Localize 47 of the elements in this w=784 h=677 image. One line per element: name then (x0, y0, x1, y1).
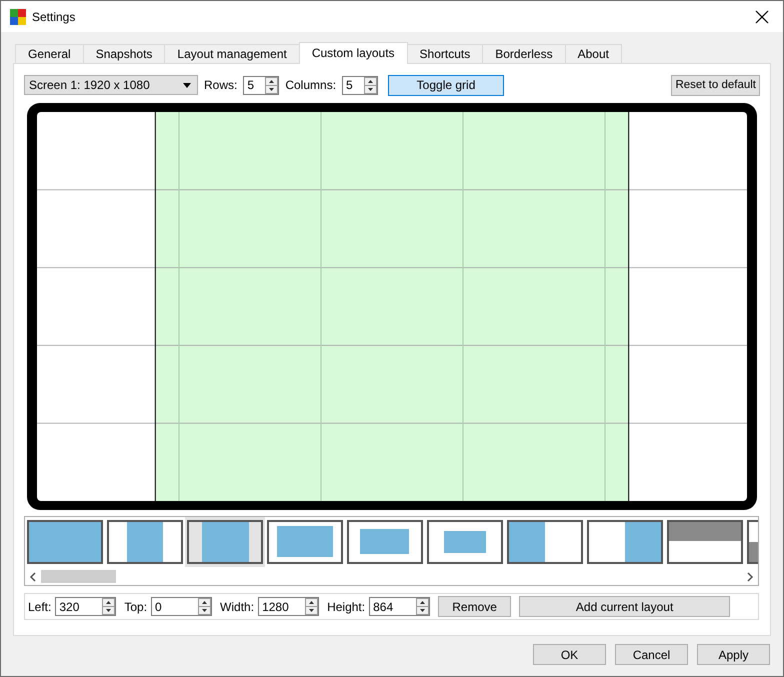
tab[interactable]: Layout management (164, 44, 300, 63)
layout-thumbnail[interactable] (505, 517, 585, 567)
columns-field[interactable]: 5 (342, 76, 378, 94)
columns-label: Columns: (285, 78, 336, 92)
spinner-icon[interactable] (364, 76, 378, 94)
tab[interactable]: General (15, 44, 84, 63)
dialog-button[interactable]: OK (533, 644, 606, 665)
dialog-button[interactable]: Apply (697, 644, 770, 665)
spinner-icon[interactable] (102, 598, 116, 615)
rows-label: Rows: (204, 78, 238, 92)
spinner-icon[interactable] (265, 76, 278, 94)
caret-icon (183, 82, 191, 88)
field-label: Height: (327, 600, 366, 614)
field-label: Left: (28, 600, 52, 614)
layout-thumbnail[interactable] (25, 517, 105, 567)
toggle-grid-button[interactable]: Toggle grid (388, 74, 504, 96)
field-label: Width: (220, 600, 254, 614)
layout-thumbnail[interactable] (265, 517, 345, 567)
layout-thumbnail[interactable] (665, 517, 745, 567)
field-label: Top: (124, 600, 148, 614)
layout-thumbnail[interactable] (585, 517, 665, 567)
spinner-icon[interactable] (416, 598, 430, 615)
app-icon (10, 8, 26, 24)
tab[interactable]: About (564, 44, 622, 63)
layout-button[interactable]: Remove (438, 596, 512, 617)
screen-dropdown[interactable]: Screen 1: 1920 x 1080 (24, 75, 198, 95)
dialog-button[interactable]: Cancel (615, 644, 688, 665)
reset-button[interactable]: Reset to default (671, 74, 760, 96)
window-title: Settings (32, 10, 76, 24)
rows-field[interactable]: 5 (243, 76, 280, 94)
number-field[interactable]: 1280 (258, 597, 320, 616)
number-field[interactable]: 864 (369, 597, 430, 616)
layout-button[interactable]: Add current layout (519, 596, 730, 617)
number-field[interactable]: 320 (55, 597, 116, 616)
number-field[interactable]: 0 (151, 597, 212, 616)
layout-thumbnail[interactable] (425, 517, 505, 567)
tab[interactable]: Custom layouts (298, 42, 408, 64)
close-icon[interactable] (755, 10, 769, 24)
layout-thumbnail[interactable] (105, 517, 185, 567)
spinner-icon[interactable] (198, 598, 212, 615)
layout-thumbnail[interactable] (345, 517, 425, 567)
scrollbar-thumb[interactable] (41, 570, 116, 583)
layout-thumbnail[interactable] (185, 517, 265, 567)
scroll-right-icon[interactable] (746, 572, 754, 582)
scroll-left-icon[interactable] (29, 572, 37, 582)
spinner-icon[interactable] (305, 598, 318, 615)
tab[interactable]: Snapshots (82, 44, 166, 63)
